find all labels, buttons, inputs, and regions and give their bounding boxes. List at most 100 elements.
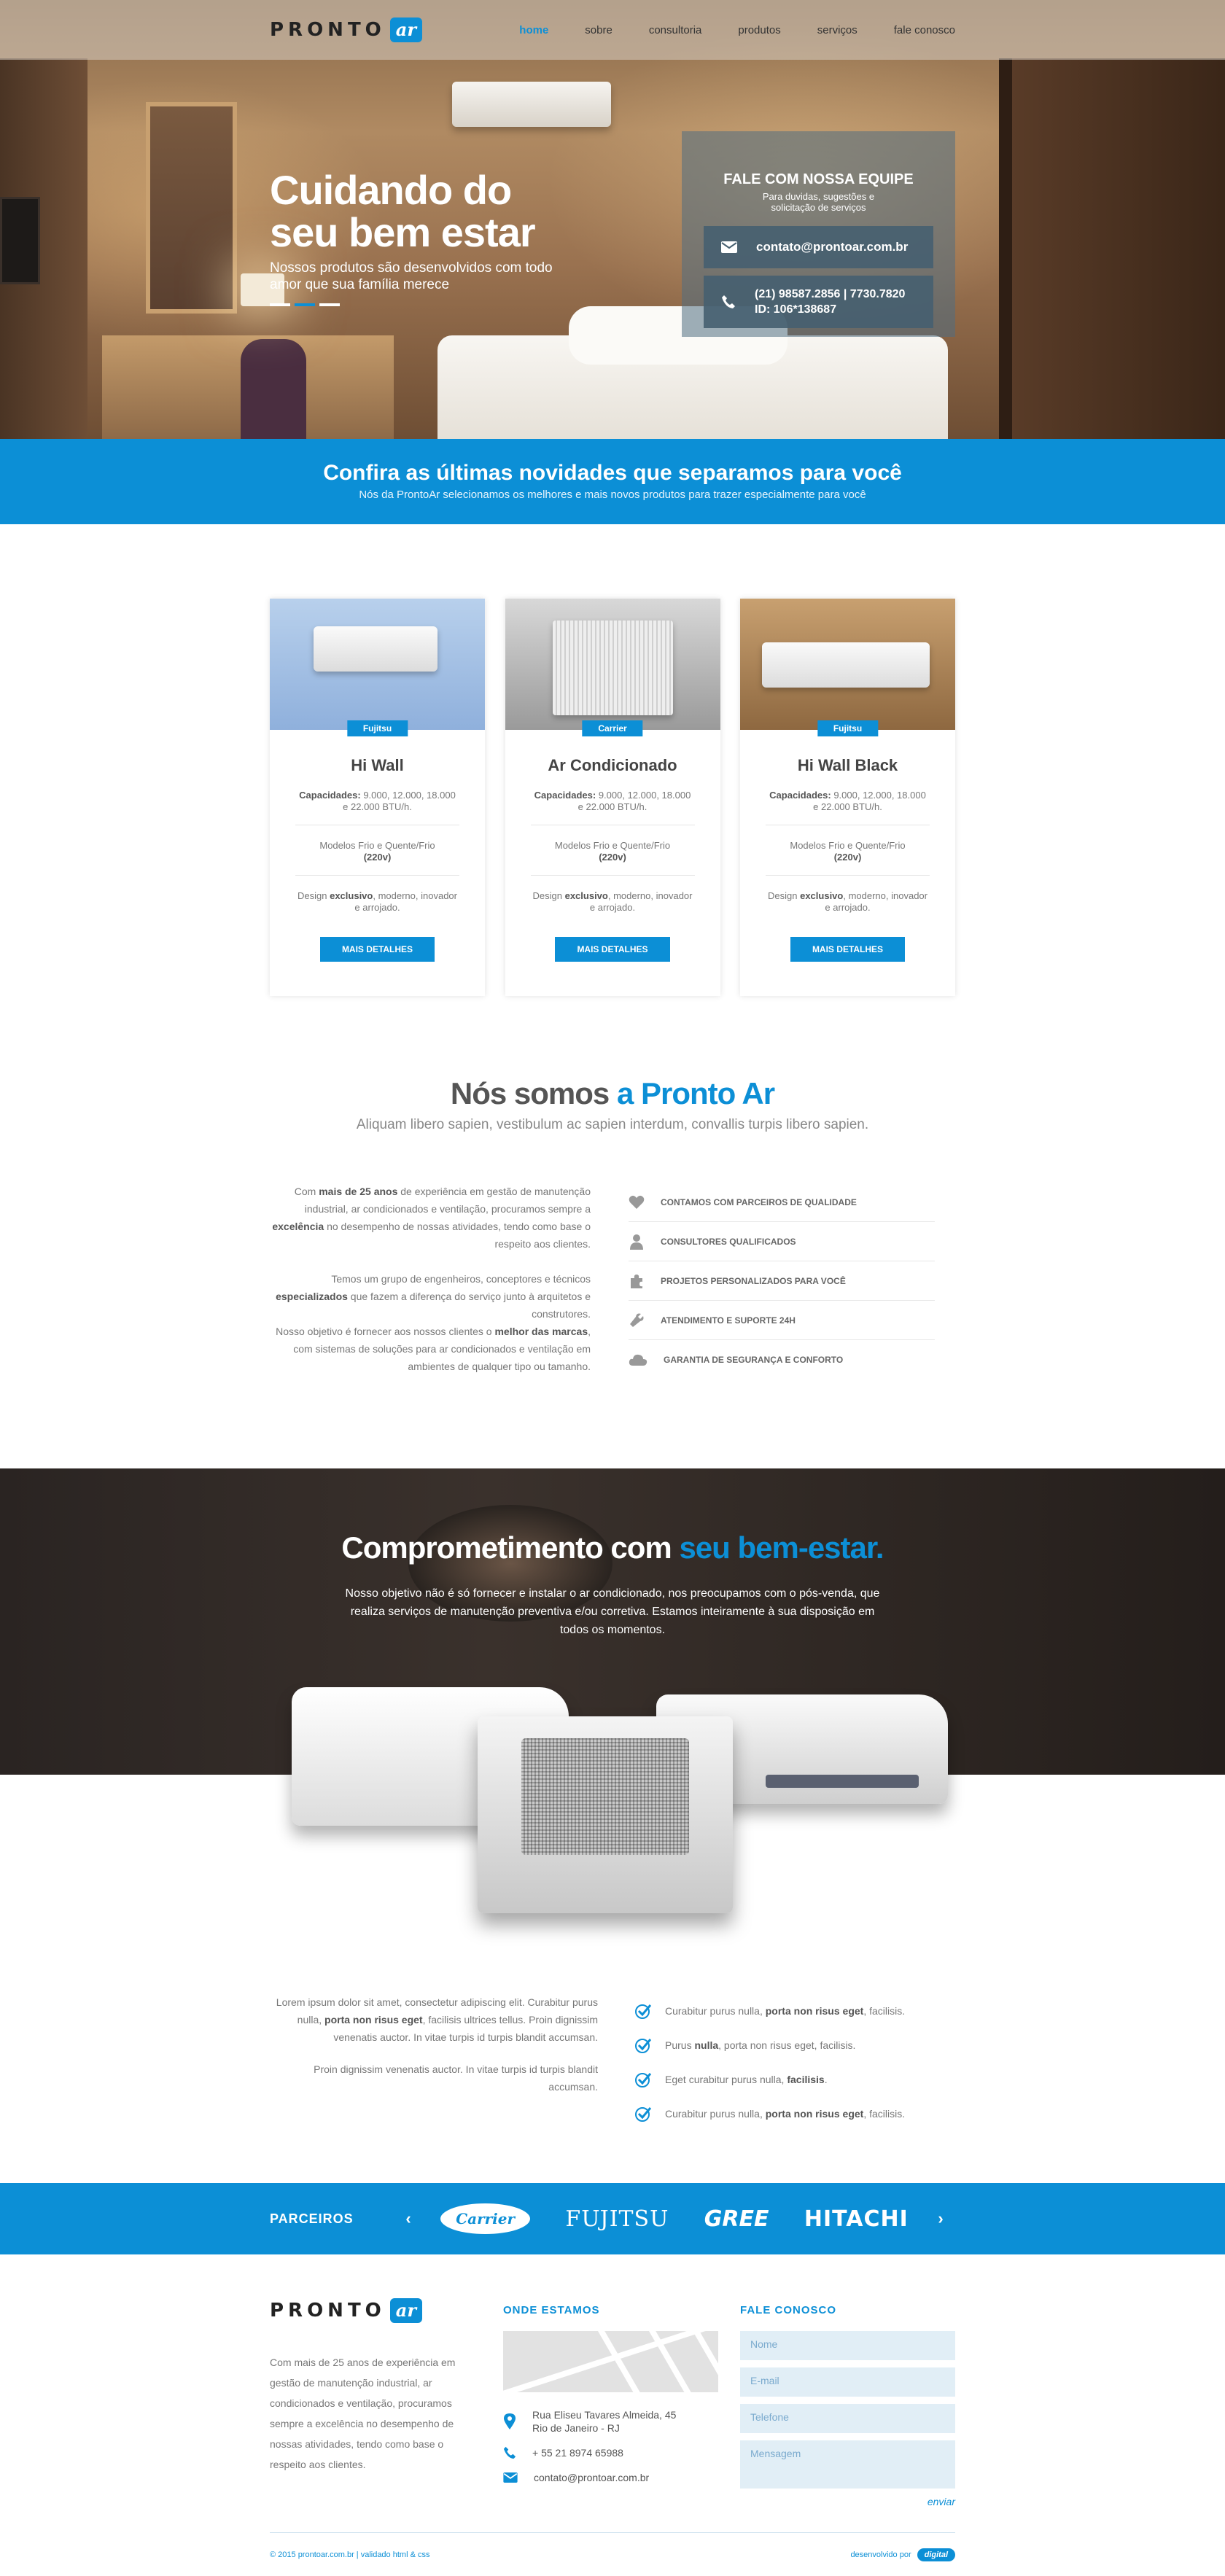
slider-dot-active[interactable] [295, 303, 315, 306]
about-paragraph: Temos um grupo de engenheiros, conceptor… [276, 1273, 591, 1320]
footer-email[interactable]: contato@prontoar.com.br [503, 2471, 718, 2484]
footer-location: ONDE ESTAMOS Rua Eliseu Tavares Almeida,… [503, 2298, 718, 2507]
hero-headboard [1006, 58, 1225, 439]
developer-credit[interactable]: desenvolvido por digital [850, 2548, 955, 2561]
product-image [270, 599, 485, 730]
product-design: Design exclusivo, moderno, inovador e ar… [532, 890, 693, 913]
check-item: Eget curabitur purus nulla, facilisis. [634, 2062, 955, 2096]
features-list: CONTAMOS COM PARCEIROS DE QUALIDADE CONS… [629, 1183, 935, 1393]
product-unit [762, 642, 930, 688]
partners-logos: Carrier FUJITSU GREE HITACHI [423, 2203, 926, 2234]
slider-dot[interactable] [319, 303, 340, 306]
nav-home[interactable]: home [519, 24, 548, 36]
carrier-logo[interactable]: Carrier [440, 2203, 530, 2234]
hero-title-line1: Cuidando do [270, 167, 512, 213]
envelope-icon [721, 241, 737, 253]
check-item: Curabitur purus nulla, porta non risus e… [634, 2096, 955, 2131]
promo-subtitle: Nós da ProntoAr selecionamos os melhores… [359, 489, 866, 501]
check-circle-icon [635, 2072, 652, 2087]
partners-prev-arrow[interactable]: ‹ [394, 2209, 423, 2228]
nav-servicos[interactable]: serviços [817, 24, 858, 36]
footer-where-title: ONDE ESTAMOS [503, 2304, 600, 2316]
email-field[interactable]: E-mail [740, 2367, 955, 2397]
slider-dot[interactable] [270, 303, 290, 306]
logo-badge: ar [389, 17, 422, 42]
check-circle-icon [635, 2004, 652, 2019]
nav-produtos[interactable]: produtos [738, 24, 780, 36]
hero-mirror [146, 102, 237, 314]
contact-phone: (21) 98587.2856 | 7730.7820 [755, 288, 906, 300]
location-map[interactable] [503, 2331, 718, 2392]
product-models: Modelos Frio e Quente/Frio (220v) [295, 840, 459, 876]
top-navbar: PRONTO ar home sobre consultoria produto… [0, 0, 1225, 60]
product-brand-tag: Fujitsu [346, 720, 408, 736]
commitment-text: Nosso objetivo não é só fornecer e insta… [345, 1587, 880, 1636]
footer-address: Rua Eliseu Tavares Almeida, 45 Rio de Jan… [503, 2408, 718, 2435]
benefits-paragraph: Lorem ipsum dolor sit amet, consectetur … [276, 1996, 598, 2043]
nav-sobre[interactable]: sobre [585, 24, 612, 36]
logo-text: PRONTO [270, 19, 386, 41]
product-image [740, 599, 955, 730]
footer-bottom: © 2015 prontoar.com.br | validado html &… [270, 2532, 955, 2576]
nav-consultoria[interactable]: consultoria [649, 24, 702, 36]
check-circle-icon [635, 2106, 652, 2122]
footer-phone: + 55 21 8974 65988 [503, 2446, 718, 2459]
feature-item: CONTAMOS COM PARCEIROS DE QUALIDADE [629, 1183, 935, 1222]
message-field[interactable]: Mensagem [740, 2440, 955, 2489]
gree-logo[interactable]: GREE [704, 2206, 769, 2232]
heart-icon [629, 1195, 645, 1209]
product-name: Hi Wall Black [797, 756, 898, 774]
phone-field[interactable]: Telefone [740, 2404, 955, 2433]
benefits-text: Lorem ipsum dolor sit amet, consectetur … [270, 1993, 598, 2131]
phone-icon [722, 295, 735, 308]
check-item: Purus nulla, porta non risus eget, facil… [634, 2028, 955, 2062]
footer-logo[interactable]: PRONTO ar [270, 2298, 481, 2323]
about-title: Nós somos a Pronto Ar [450, 1076, 775, 1110]
window-ac-image [478, 1716, 733, 1913]
send-button[interactable]: enviar [740, 2496, 955, 2507]
checks-list: Curabitur purus nulla, porta non risus e… [634, 1993, 955, 2131]
nav-fale-conosco[interactable]: fale conosco [894, 24, 955, 36]
developer-logo: digital [917, 2548, 955, 2561]
benefits-section: Lorem ipsum dolor sit amet, consectetur … [270, 1993, 955, 2131]
phone-icon [503, 2446, 516, 2459]
contact-box-subtitle: Para duvidas, sugestões e solicitação de… [762, 191, 875, 213]
check-circle-icon [635, 2038, 652, 2053]
commitment-title: Comprometimento com seu bem-estar. [341, 1530, 884, 1565]
product-capacity: Capacidades: 9.000, 12.000, 18.000 e 22.… [766, 790, 930, 825]
user-icon [630, 1234, 643, 1250]
puzzle-icon [631, 1274, 642, 1288]
product-models: Modelos Frio e Quente/Frio (220v) [766, 840, 930, 876]
footer: PRONTO ar Com mais de 25 anos de experiê… [0, 2254, 1225, 2576]
about-section: Nós somos a Pronto Ar Aliquam libero sap… [0, 996, 1225, 1393]
more-details-button[interactable]: MAIS DETALHES [555, 937, 670, 962]
partners-next-arrow[interactable]: › [926, 2209, 955, 2228]
contact-phone-button[interactable]: (21) 98587.2856 | 7730.7820 ID: 106*1386… [704, 276, 933, 328]
product-brand-tag: Carrier [582, 720, 643, 736]
contact-email: contato@prontoar.com.br [756, 240, 909, 254]
partners-band: PARCEIROS ‹ Carrier FUJITSU GREE HITACHI… [0, 2183, 1225, 2254]
fujitsu-logo[interactable]: FUJITSU [565, 2206, 669, 2232]
hero-text: Cuidando do seu bem estar Nossos produto… [270, 169, 554, 306]
hero-subtitle: Nossos produtos são desenvolvidos com to… [270, 260, 553, 292]
contact-email-button[interactable]: contato@prontoar.com.br [704, 226, 933, 268]
about-lead: Aliquam libero sapien, vestibulum ac sap… [356, 1117, 869, 1132]
about-paragraph: Com mais de 25 anos de experiência em ge… [272, 1186, 591, 1250]
product-models: Modelos Frio e Quente/Frio (220v) [530, 840, 695, 876]
product-design: Design exclusivo, moderno, inovador e ar… [768, 890, 928, 913]
slider-dots [270, 303, 554, 306]
name-field[interactable]: Nome [740, 2331, 955, 2360]
hero-section: PRONTO ar home sobre consultoria produto… [0, 0, 1225, 439]
contact-box-title: FALE COM NOSSA EQUIPE [723, 171, 914, 187]
hitachi-logo[interactable]: HITACHI [804, 2206, 909, 2232]
more-details-button[interactable]: MAIS DETALHES [790, 937, 906, 962]
hero-frame [999, 58, 1012, 439]
site-logo[interactable]: PRONTO ar [270, 17, 422, 42]
hero-tv [0, 197, 40, 284]
envelope-icon [503, 2472, 518, 2483]
product-capacity: Capacidades: 9.000, 12.000, 18.000 e 22.… [295, 790, 459, 825]
feature-item: GARANTIA DE SEGURANÇA E CONFORTO [629, 1340, 935, 1380]
more-details-button[interactable]: MAIS DETALHES [319, 937, 435, 962]
feature-item: CONSULTORES QUALIFICADOS [629, 1222, 935, 1261]
hero-air-conditioner [452, 82, 611, 127]
